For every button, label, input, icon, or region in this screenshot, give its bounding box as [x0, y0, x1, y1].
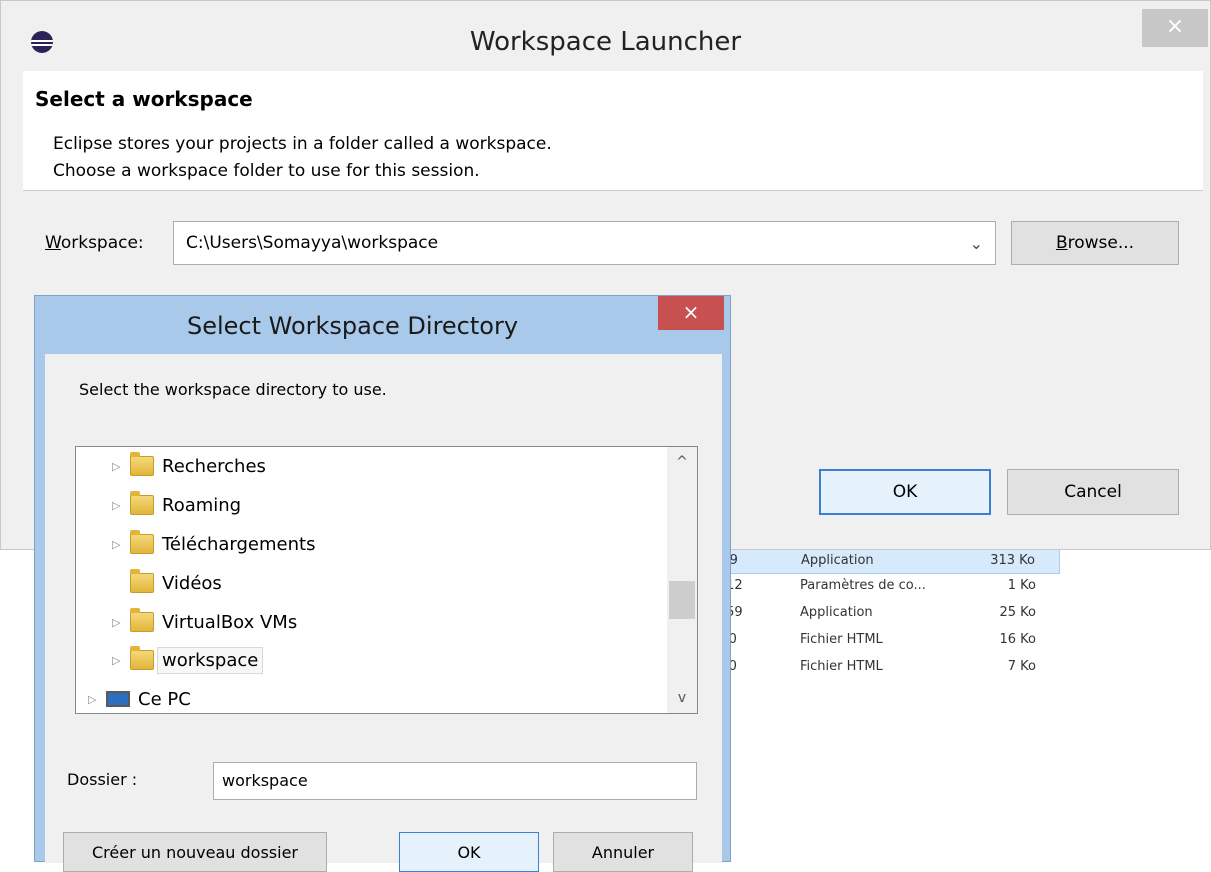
workspace-path-value: C:\Users\Somayya\workspace — [186, 233, 439, 253]
chevron-down-icon[interactable]: ⌄ — [970, 234, 983, 253]
row-type: Fichier HTML — [800, 659, 883, 674]
row-size: 1 Ko — [1007, 578, 1036, 593]
description-line: Choose a workspace folder to use for thi… — [53, 161, 480, 181]
close-button[interactable]: × — [1142, 9, 1208, 47]
description-line: Eclipse stores your projects in a folder… — [53, 134, 552, 154]
list-item[interactable]: &59 Application 25 Ko — [700, 599, 1060, 627]
dialog-prompt: Select the workspace directory to use. — [79, 380, 387, 399]
tree-item-label: Vidéos — [162, 572, 222, 594]
folder-tree[interactable]: ▷ Recherches ▷ Roaming ▷ Téléchargements… — [75, 446, 698, 714]
ok-button[interactable]: OK — [399, 832, 539, 872]
cancel-button[interactable]: Cancel — [1007, 469, 1179, 515]
list-item[interactable]: &12 Paramètres de co... 1 Ko — [700, 572, 1060, 600]
tree-item-ce-pc[interactable]: ▷ Ce PC — [88, 682, 191, 716]
workspace-combo[interactable]: C:\Users\Somayya\workspace ⌄ — [173, 221, 996, 265]
folder-label: Dossier : — [67, 770, 138, 789]
close-button[interactable]: × — [658, 296, 724, 330]
computer-icon — [106, 691, 130, 707]
ok-button[interactable]: OK — [819, 469, 991, 515]
expand-arrow-icon[interactable]: ▷ — [112, 654, 130, 667]
browse-button[interactable]: Browse... — [1011, 221, 1179, 265]
row-type: Application — [800, 605, 873, 620]
tree-item-videos[interactable]: Vidéos — [112, 566, 222, 600]
create-new-folder-button[interactable]: Créer un nouveau dossier — [63, 832, 327, 872]
mnemonic: B — [1055, 233, 1068, 253]
list-item[interactable]: :00 Fichier HTML 7 Ko — [700, 653, 1060, 681]
row-size: 16 Ko — [999, 632, 1036, 647]
dialog-title: Select Workspace Directory — [186, 312, 519, 340]
tree-item-virtualbox-vms[interactable]: ▷ VirtualBox VMs — [112, 605, 297, 639]
row-size: 313 Ko — [990, 553, 1035, 568]
tree-item-label: Roaming — [162, 494, 242, 516]
tree-item-roaming[interactable]: ▷ Roaming — [112, 488, 241, 522]
row-size: 25 Ko — [999, 605, 1036, 620]
row-type: Fichier HTML — [800, 632, 883, 647]
downloads-folder-icon — [130, 530, 154, 554]
title-bar[interactable]: Workspace Launcher — [1, 1, 1210, 71]
row-type: Application — [801, 553, 874, 568]
scroll-down-icon[interactable]: v — [667, 683, 697, 713]
list-item[interactable]: :59 Application 313 Ko — [700, 546, 1060, 574]
list-item[interactable]: :00 Fichier HTML 16 Ko — [700, 626, 1060, 654]
vertical-scrollbar[interactable]: ^ v — [667, 447, 697, 713]
tree-item-telechargements[interactable]: ▷ Téléchargements — [112, 527, 315, 561]
scroll-thumb[interactable] — [669, 581, 695, 619]
tree-item-label: Ce PC — [138, 688, 191, 710]
mnemonic: W — [45, 233, 61, 253]
tree-item-label: Téléchargements — [162, 533, 316, 555]
folder-icon — [130, 646, 154, 670]
cancel-button[interactable]: Annuler — [553, 832, 693, 872]
select-directory-dialog: Select Workspace Directory × Select the … — [34, 295, 731, 872]
folder-name-value: workspace — [222, 771, 308, 790]
folder-icon — [130, 491, 154, 515]
row-type: Paramètres de co... — [800, 578, 926, 593]
workspace-label: Workspace: — [45, 233, 144, 253]
label-text: orkspace: — [60, 233, 144, 253]
header-description: Eclipse stores your projects in a folder… — [53, 131, 552, 185]
scroll-up-icon[interactable]: ^ — [667, 447, 697, 477]
videos-folder-icon — [130, 569, 154, 593]
expand-arrow-icon[interactable]: ▷ — [112, 616, 130, 629]
folder-icon — [130, 608, 154, 632]
tree-item-label: VirtualBox VMs — [162, 611, 298, 633]
dialog-body: Select the workspace directory to use. ▷… — [45, 354, 722, 872]
tree-item-label: workspace — [157, 646, 264, 674]
label-text: rowse... — [1067, 233, 1135, 253]
dialog-header: Select a workspace Eclipse stores your p… — [23, 71, 1203, 191]
expand-arrow-icon[interactable]: ▷ — [112, 499, 130, 512]
expand-arrow-icon[interactable]: ▷ — [88, 693, 106, 706]
expand-arrow-icon[interactable]: ▷ — [112, 460, 130, 473]
search-folder-icon — [130, 452, 154, 476]
tree-item-recherches[interactable]: ▷ Recherches — [112, 449, 266, 483]
folder-name-input[interactable]: workspace — [213, 762, 697, 800]
row-size: 7 Ko — [1007, 659, 1036, 674]
expand-arrow-icon[interactable]: ▷ — [112, 538, 130, 551]
tree-item-label: Recherches — [162, 455, 266, 477]
header-title: Select a workspace — [35, 87, 253, 111]
tree-item-workspace[interactable]: ▷ workspace — [112, 643, 264, 677]
window-title: Workspace Launcher — [469, 27, 742, 57]
